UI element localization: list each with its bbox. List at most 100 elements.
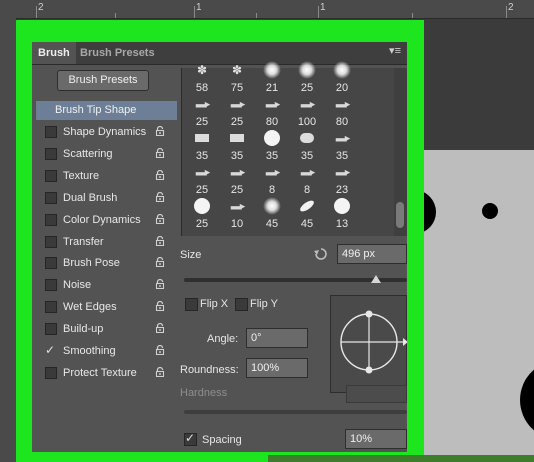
- option-checkbox[interactable]: [45, 301, 57, 314]
- brush-option-noise[interactable]: Noise: [36, 276, 177, 295]
- brush-tip-preset[interactable]: 35: [289, 128, 325, 162]
- lock-icon[interactable]: [155, 301, 165, 312]
- hardness-label: Hardness: [180, 387, 228, 399]
- tab-brush[interactable]: Brush: [32, 42, 76, 64]
- brush-tip-preset[interactable]: 25: [289, 60, 325, 94]
- option-checkbox[interactable]: [45, 323, 57, 336]
- option-label: Smoothing: [63, 345, 116, 357]
- arrow-brush-icon: ▬▸: [230, 200, 245, 213]
- lock-icon[interactable]: [155, 147, 165, 158]
- option-checkbox[interactable]: [45, 235, 57, 248]
- brush-size-label: 35: [335, 150, 349, 162]
- soft-brush-icon: [263, 197, 281, 215]
- brush-size-label: 25: [195, 218, 209, 230]
- arrow-brush-icon: ▬▸: [265, 98, 280, 111]
- lock-icon[interactable]: [155, 235, 165, 246]
- splatter-brush-icon: ✽: [196, 63, 208, 77]
- grid-scroll-thumb[interactable]: [396, 202, 404, 228]
- brush-angle-dial-icon[interactable]: [331, 296, 407, 394]
- canvas[interactable]: [414, 150, 534, 462]
- brush-option-texture[interactable]: Texture: [36, 167, 177, 186]
- angle-field[interactable]: 0°: [246, 328, 308, 348]
- arrow-brush-icon: ▬▸: [195, 98, 210, 111]
- brush-tip-shape-item[interactable]: Brush Tip Shape: [36, 101, 177, 120]
- tab-brush-presets[interactable]: Brush Presets: [74, 42, 161, 64]
- lock-icon[interactable]: [155, 279, 165, 290]
- hard-brush-icon: [334, 198, 350, 214]
- brush-option-wet-edges[interactable]: Wet Edges: [36, 298, 177, 317]
- panel-menu-icon[interactable]: ▾≡: [389, 44, 401, 57]
- caption-strip: [268, 455, 534, 462]
- spacing-field[interactable]: 10%: [345, 429, 407, 449]
- brush-option-scattering[interactable]: Scattering: [36, 145, 177, 164]
- lock-icon[interactable]: [155, 191, 165, 202]
- brush-tip-preset[interactable]: 35: [219, 128, 255, 162]
- brush-option-smoothing[interactable]: ✓ Smoothing: [36, 342, 177, 361]
- brush-tip-preset[interactable]: ✽ 58: [184, 60, 220, 94]
- brush-size-label: 25: [300, 82, 314, 94]
- brush-tip-preset[interactable]: 45: [254, 196, 290, 230]
- option-checkbox[interactable]: [45, 169, 57, 182]
- brush-tip-preset[interactable]: ▬▸ 80: [254, 94, 290, 129]
- brush-tip-grid[interactable]: ✽ 58 ✽ 75 21 25 20 ▬▸ 25 ▬▸ 25 ▬▸ 80 ▬▸ 100 ▬▸ 80 35 35 35 3…: [181, 61, 407, 236]
- option-checkbox[interactable]: [45, 366, 57, 379]
- brush-tip-preset[interactable]: 25: [184, 196, 220, 230]
- brush-tip-preset[interactable]: 35: [184, 128, 220, 162]
- brush-tip-preset[interactable]: ▬▸ 80: [324, 94, 360, 129]
- brush-tip-preset[interactable]: ▬▸ 25: [184, 162, 220, 197]
- brush-tip-preset[interactable]: 35: [254, 128, 290, 162]
- size-field[interactable]: 496 px: [337, 244, 407, 264]
- option-checkbox[interactable]: [45, 126, 57, 138]
- brush-presets-button[interactable]: Brush Presets: [57, 70, 149, 91]
- brush-tip-preset[interactable]: ▬▸ 25: [219, 162, 255, 197]
- brush-tip-preset[interactable]: ▬▸ 23: [324, 162, 360, 197]
- brush-option-color-dynamics[interactable]: Color Dynamics: [36, 211, 177, 230]
- arrow-brush-icon: ▬▸: [300, 98, 315, 111]
- arrow-brush-icon: ▬▸: [335, 98, 350, 111]
- brush-option-shape-dynamics[interactable]: Shape Dynamics: [36, 123, 177, 142]
- lock-icon[interactable]: [155, 169, 165, 180]
- brush-tip-preset[interactable]: ▬▸ 10: [219, 196, 255, 231]
- option-checkbox[interactable]: [45, 213, 57, 226]
- flip-y-checkbox[interactable]: [235, 298, 248, 311]
- size-slider-handle[interactable]: [370, 275, 381, 283]
- option-checkbox[interactable]: [45, 147, 57, 160]
- brush-option-transfer[interactable]: Transfer: [36, 233, 177, 252]
- brush-size-label: 75: [230, 82, 244, 94]
- brush-option-build-up[interactable]: Build-up: [36, 320, 177, 339]
- brush-option-protect-texture[interactable]: Protect Texture: [36, 364, 177, 383]
- lock-icon[interactable]: [155, 213, 165, 224]
- angle-roundness-preview[interactable]: [330, 295, 407, 393]
- roundness-field[interactable]: 100%: [246, 358, 308, 378]
- lock-icon[interactable]: [155, 323, 165, 334]
- brush-tip-preset[interactable]: ✽ 75: [219, 60, 255, 94]
- brush-tip-preset[interactable]: ▬▸ 35: [324, 128, 360, 163]
- brush-tip-preset[interactable]: ▬▸ 25: [219, 94, 255, 129]
- brush-size-label: 25: [230, 184, 244, 196]
- option-checkbox[interactable]: [45, 257, 57, 270]
- brush-option-brush-pose[interactable]: Brush Pose: [36, 254, 177, 273]
- brush-tip-preset[interactable]: 45: [289, 196, 325, 230]
- arrow-brush-icon: ▬▸: [335, 132, 350, 145]
- brush-tip-preset[interactable]: 20: [324, 60, 360, 94]
- spacing-checkbox[interactable]: ✓: [184, 431, 197, 446]
- brush-size-label: 35: [230, 150, 244, 162]
- brush-tip-preset[interactable]: ▬▸ 8: [254, 162, 290, 197]
- brush-tip-preset[interactable]: 21: [254, 60, 290, 94]
- restore-size-icon[interactable]: [313, 247, 329, 261]
- lock-icon[interactable]: [155, 126, 165, 136]
- option-checkbox[interactable]: [45, 279, 57, 292]
- flip-x-checkbox[interactable]: [185, 298, 198, 311]
- option-label: Color Dynamics: [63, 213, 141, 226]
- brush-tip-preset[interactable]: ▬▸ 100: [289, 94, 325, 129]
- lock-icon[interactable]: [155, 366, 165, 377]
- brush-tip-preset[interactable]: ▬▸ 8: [289, 162, 325, 197]
- lock-icon[interactable]: [155, 257, 165, 268]
- lock-icon[interactable]: [155, 345, 165, 355]
- brush-tip-preset[interactable]: 13: [324, 196, 360, 230]
- brush-option-dual-brush[interactable]: Dual Brush: [36, 189, 177, 208]
- leaf-brush-icon: [298, 198, 316, 214]
- brush-tip-preset[interactable]: ▬▸ 25: [184, 94, 220, 129]
- brush-size-label: 100: [297, 116, 317, 128]
- option-checkbox[interactable]: [45, 191, 57, 204]
